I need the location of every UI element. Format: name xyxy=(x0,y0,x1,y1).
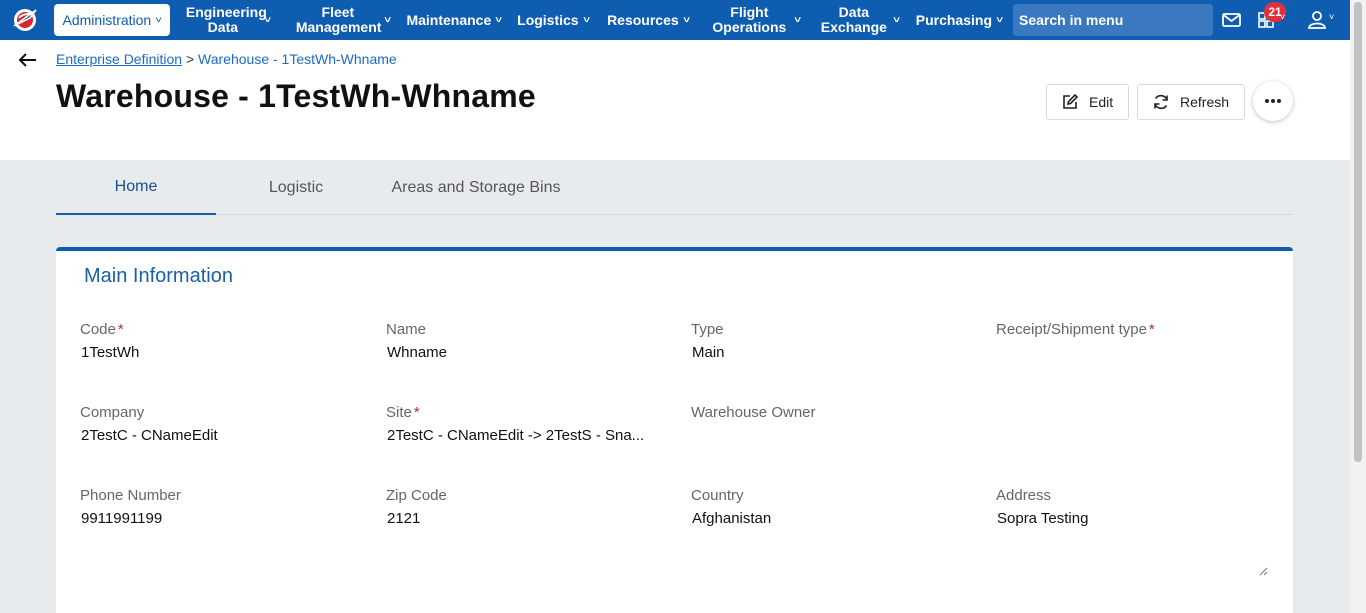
field-value: 2121 xyxy=(387,510,421,527)
chevron-down-icon[interactable]: ˅ xyxy=(1280,12,1285,22)
tab-home[interactable]: Home xyxy=(56,160,216,215)
field-value: Sopra Testing xyxy=(997,510,1089,527)
field-label: Type xyxy=(691,321,724,338)
field-code: Code * 1TestWh xyxy=(80,321,370,361)
nav-label: Maintenance xyxy=(406,11,492,28)
nav-administration[interactable]: Administration ˅ xyxy=(54,4,170,36)
field-value: Whname xyxy=(387,344,448,361)
textarea-resize-handle-icon[interactable] xyxy=(1259,567,1268,576)
field-zip-code: Zip Code 2121 xyxy=(386,487,676,527)
edit-label: Edit xyxy=(1089,94,1114,110)
vertical-scrollbar[interactable] xyxy=(1350,0,1366,613)
app-logo-icon[interactable] xyxy=(10,4,40,34)
field-warehouse-owner: Warehouse Owner xyxy=(691,404,981,427)
edit-icon xyxy=(1063,93,1079,109)
chevron-down-icon: ˅ xyxy=(582,15,590,25)
field-receipt-shipment-type: Receipt/Shipment type * xyxy=(996,321,1286,344)
page-title: Warehouse - 1TestWh-Whname xyxy=(56,78,536,114)
tab-bar: Home Logistic Areas and Storage Bins xyxy=(56,160,1293,215)
more-actions-button[interactable] xyxy=(1253,81,1293,121)
nav-label: Engineering Data xyxy=(185,4,267,35)
required-marker: * xyxy=(117,321,124,338)
scrollbar-thumb[interactable] xyxy=(1354,2,1362,462)
field-label: Address xyxy=(996,487,1052,504)
chevron-down-icon: ˅ xyxy=(264,15,271,25)
main-information-card: Main Information Code * 1TestWh Name Whna… xyxy=(56,247,1293,613)
section-title: Main Information xyxy=(84,265,233,287)
tab-logistic[interactable]: Logistic xyxy=(216,160,376,215)
field-phone-number: Phone Number 9911991199 xyxy=(80,487,370,527)
nav-label: Data Exchange xyxy=(820,4,887,35)
breadcrumb-link-enterprise-definition[interactable]: Enterprise Definition xyxy=(56,51,182,67)
breadcrumb-current: Warehouse - 1TestWh-Whname xyxy=(198,51,397,67)
nav-flight-operations[interactable]: Flight Operations ˅ xyxy=(708,0,802,40)
field-value: 2TestC - CNameEdit -> 2TestS - Sna... xyxy=(387,427,645,444)
field-label: Warehouse Owner xyxy=(691,404,816,421)
nav-resources[interactable]: Resources ˅ xyxy=(606,0,690,40)
field-address: Address Sopra Testing xyxy=(996,487,1286,527)
field-label-text: Code xyxy=(80,321,116,338)
refresh-button[interactable]: Refresh xyxy=(1137,84,1245,120)
field-company: Company 2TestC - CNameEdit xyxy=(80,404,370,444)
field-label-text: Receipt/Shipment type xyxy=(996,321,1147,338)
chevron-down-icon: ˅ xyxy=(384,15,391,25)
chevron-down-icon: ˅ xyxy=(495,15,503,25)
back-arrow-icon[interactable] xyxy=(18,52,38,68)
breadcrumb-separator: > xyxy=(185,51,195,67)
chevron-down-icon: ˅ xyxy=(794,15,802,25)
field-label: Company xyxy=(80,404,145,421)
field-label: Site * xyxy=(386,404,676,424)
field-site: Site * 2TestC - CNameEdit -> 2TestS - Sna… xyxy=(386,404,676,444)
field-value: 9911991199 xyxy=(81,510,163,527)
nav-label: Flight Operations xyxy=(712,4,787,35)
nav-maintenance[interactable]: Maintenance ˅ xyxy=(406,0,502,40)
field-label: Name xyxy=(386,321,427,338)
nav-label: Administration xyxy=(62,11,152,28)
edit-button[interactable]: Edit xyxy=(1046,84,1129,120)
field-label-text: Site xyxy=(386,404,412,421)
tab-areas-and-storage-bins[interactable]: Areas and Storage Bins xyxy=(376,160,576,215)
chevron-down-icon[interactable]: ˅ xyxy=(1329,12,1334,22)
user-icon[interactable] xyxy=(1306,9,1328,31)
required-marker: * xyxy=(1148,321,1155,338)
refresh-icon xyxy=(1154,94,1168,110)
nav-label: Purchasing xyxy=(915,11,992,28)
field-label: Country xyxy=(691,487,744,504)
refresh-label: Refresh xyxy=(1180,94,1230,110)
nav-logistics[interactable]: Logistics ˅ xyxy=(517,0,590,40)
field-value: Afghanistan xyxy=(692,510,772,527)
mail-icon[interactable] xyxy=(1221,9,1243,31)
menu-search-input[interactable] xyxy=(1013,4,1213,36)
field-name: Name Whname xyxy=(386,321,676,361)
nav-fleet-management[interactable]: Fleet Management ˅ xyxy=(290,0,396,40)
nav-label: Fleet Management xyxy=(295,4,382,35)
nav-label: Logistics xyxy=(517,11,579,28)
nav-label: Resources xyxy=(607,11,679,28)
chevron-down-icon: ˅ xyxy=(996,15,1004,25)
field-type: Type Main xyxy=(691,321,981,361)
nav-purchasing[interactable]: Purchasing ˅ xyxy=(915,0,1004,40)
nav-engineering-data[interactable]: Engineering Data ˅ xyxy=(180,0,276,40)
field-country: Country Afghanistan xyxy=(691,487,981,527)
field-value: 2TestC - CNameEdit xyxy=(81,427,218,444)
top-navigation-bar: Administration ˅ Engineering Data ˅ Fleet … xyxy=(0,0,1350,40)
chevron-down-icon: ˅ xyxy=(682,15,690,25)
field-label: Code * xyxy=(80,321,370,341)
chevron-down-icon: ˅ xyxy=(893,15,900,25)
more-horizontal-icon xyxy=(1265,99,1281,103)
required-marker: * xyxy=(413,404,420,421)
chevron-down-icon: ˅ xyxy=(155,15,163,25)
field-label: Receipt/Shipment type * xyxy=(996,321,1286,341)
breadcrumb: Enterprise Definition > Warehouse - 1Tes… xyxy=(56,51,397,67)
nav-data-exchange[interactable]: Data Exchange ˅ xyxy=(818,0,900,40)
field-value: 1TestWh xyxy=(81,344,140,361)
field-label: Zip Code xyxy=(386,487,447,504)
field-value: Main xyxy=(692,344,725,361)
field-label: Phone Number xyxy=(80,487,181,504)
